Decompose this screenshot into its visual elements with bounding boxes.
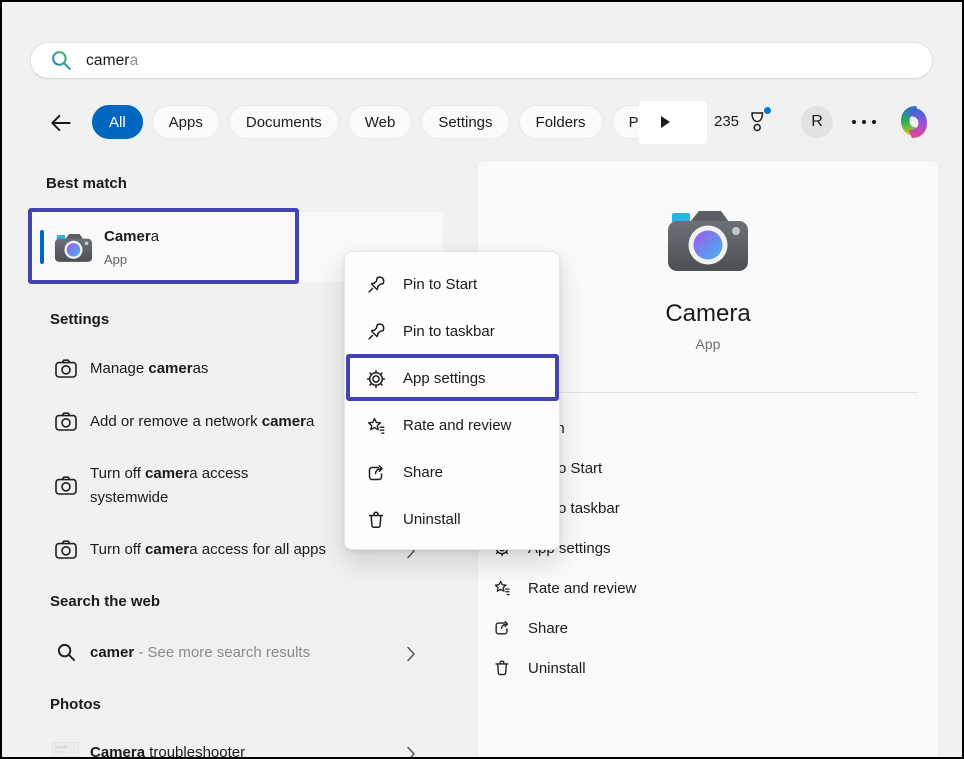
search-icon bbox=[56, 642, 77, 663]
context-menu: Pin to Start Pin to taskbar App settings… bbox=[344, 251, 560, 550]
tab-settings[interactable]: Settings bbox=[421, 105, 509, 139]
share-icon bbox=[493, 619, 511, 637]
pin-icon bbox=[366, 322, 386, 342]
camera-icon bbox=[54, 539, 78, 560]
menu-item-rate-and-review[interactable]: Rate and review bbox=[345, 402, 559, 449]
preview-app-title: Camera bbox=[665, 300, 750, 328]
best-match-title: Camera bbox=[104, 228, 159, 245]
rewards-count: 235 bbox=[714, 113, 739, 130]
photos-section-header: Photos bbox=[50, 696, 101, 713]
windows-search-flyout: camera All Apps Documents Web Settings F… bbox=[0, 0, 964, 759]
back-button[interactable] bbox=[48, 110, 74, 136]
photo-thumbnail bbox=[52, 742, 79, 759]
menu-item-pin-to-taskbar[interactable]: Pin to taskbar bbox=[345, 308, 559, 355]
selection-accent-bar bbox=[40, 230, 44, 264]
tab-folders[interactable]: Folders bbox=[519, 105, 603, 139]
preview-action-rate-and-review[interactable]: Rate and review bbox=[478, 568, 938, 608]
search-the-web-header: Search the web bbox=[50, 593, 160, 610]
preview-action-uninstall[interactable]: Uninstall bbox=[478, 648, 938, 688]
rewards-button[interactable]: 235 bbox=[714, 109, 769, 133]
preview-action-share[interactable]: Share bbox=[478, 608, 938, 648]
camera-icon bbox=[54, 358, 78, 379]
rate-icon bbox=[493, 579, 511, 597]
search-query-text: camera bbox=[86, 52, 138, 70]
best-match-subtitle: App bbox=[104, 252, 127, 267]
menu-item-share[interactable]: Share bbox=[345, 449, 559, 496]
copilot-icon[interactable] bbox=[894, 102, 934, 142]
search-filter-tabs: All Apps Documents Web Settings Folders … bbox=[92, 105, 692, 139]
more-options-icon[interactable] bbox=[849, 114, 881, 130]
camera-app-icon-large bbox=[666, 207, 750, 273]
account-avatar[interactable]: R bbox=[801, 106, 833, 138]
chevron-right-icon bbox=[406, 646, 416, 662]
preview-app-type: App bbox=[696, 336, 721, 352]
trash-icon bbox=[493, 659, 511, 677]
result-see-more-search-results[interactable]: camer - See more search results bbox=[56, 642, 444, 666]
trash-icon bbox=[366, 510, 386, 530]
tab-web[interactable]: Web bbox=[348, 105, 413, 139]
tab-all[interactable]: All bbox=[92, 105, 143, 139]
menu-item-app-settings[interactable]: App settings bbox=[345, 355, 559, 402]
menu-item-pin-to-start[interactable]: Pin to Start bbox=[345, 261, 559, 308]
camera-icon bbox=[54, 411, 78, 432]
tab-documents[interactable]: Documents bbox=[229, 105, 339, 139]
menu-item-uninstall[interactable]: Uninstall bbox=[345, 496, 559, 543]
rewards-trophy-icon bbox=[746, 109, 769, 133]
share-icon bbox=[366, 463, 386, 483]
result-camera-troubleshooter[interactable]: Camera troubleshooter bbox=[52, 742, 444, 759]
rewards-notification-dot bbox=[764, 107, 771, 114]
camera-icon bbox=[54, 475, 78, 496]
rate-icon bbox=[366, 416, 386, 436]
search-icon bbox=[50, 49, 73, 72]
tab-apps[interactable]: Apps bbox=[152, 105, 220, 139]
best-match-header: Best match bbox=[46, 175, 127, 192]
pin-icon bbox=[366, 275, 386, 295]
tabs-scroll-right-button[interactable] bbox=[657, 112, 677, 132]
settings-section-header: Settings bbox=[50, 311, 109, 328]
preview-divider bbox=[500, 392, 918, 393]
search-input[interactable]: camera bbox=[30, 42, 933, 79]
chevron-right-icon bbox=[406, 746, 416, 759]
gear-icon bbox=[366, 369, 386, 389]
camera-app-icon-small bbox=[54, 232, 93, 263]
